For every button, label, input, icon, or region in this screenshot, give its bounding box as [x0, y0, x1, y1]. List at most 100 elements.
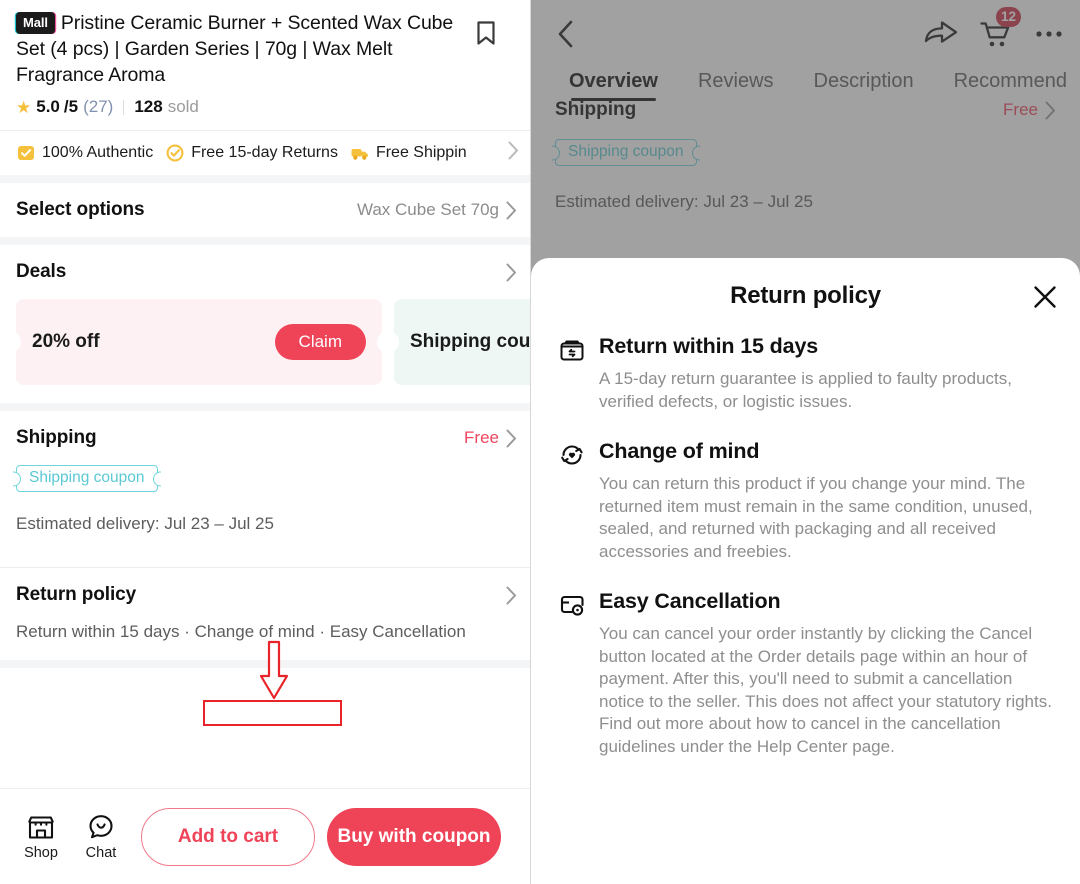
bookmark-button[interactable]	[471, 20, 501, 52]
deals-chevron-group	[506, 263, 517, 282]
policy-text-block: Easy Cancellation You can cancel your or…	[599, 589, 1054, 758]
chevron-right-icon	[506, 586, 516, 604]
chat-bubble-icon	[89, 815, 113, 839]
policy-sep: ·	[314, 622, 330, 641]
trust-item-returns: Free 15-day Returns	[165, 143, 338, 163]
claim-button[interactable]: Claim	[274, 324, 366, 360]
policy-part-1: Return within 15 days	[16, 622, 180, 641]
modal-title: Return policy	[730, 282, 881, 309]
trust-row-chevron[interactable]	[508, 141, 519, 165]
select-options-label: Select options	[16, 199, 145, 220]
select-options-row[interactable]: Select options Wax Cube Set 70g	[0, 183, 531, 237]
coupon-notch	[10, 331, 21, 353]
policy-body: A 15-day return guarantee is applied to …	[599, 369, 1012, 411]
sold-label: sold	[167, 97, 199, 116]
section-divider	[0, 175, 531, 183]
policy-heading: Easy Cancellation	[599, 589, 781, 613]
trust-label: Free Shippin	[375, 144, 467, 161]
star-icon: ★	[16, 97, 32, 117]
shipping-label: Shipping	[16, 427, 97, 448]
modal-pane: 12 Overview Reviews Description Recommen…	[531, 0, 1080, 884]
policy-section-return-window: Return within 15 days A 15-day return gu…	[559, 334, 1054, 413]
sold-count: 128	[134, 97, 163, 116]
coupon-label: 20% off	[32, 331, 100, 352]
buy-with-coupon-button[interactable]: Buy with coupon	[327, 807, 501, 866]
section-divider	[0, 660, 531, 668]
ticket-notch	[153, 471, 161, 486]
trust-label: Free 15-day Returns	[191, 144, 338, 161]
policy-heading: Return within 15 days	[599, 334, 819, 358]
chevron-right-icon	[506, 201, 516, 219]
policy-text-block: Return within 15 days A 15-day return gu…	[599, 334, 1054, 413]
return-policy-chevron-group	[506, 586, 517, 605]
trust-item-authentic: 100% Authentic	[16, 143, 153, 163]
rating-denominator: /5	[63, 97, 79, 116]
returns-check-icon	[166, 144, 184, 162]
product-title-block: Mall Pristine Ceramic Burner + Scented Wa…	[0, 0, 531, 88]
shipping-coupon-chip[interactable]: Shipping coupon	[12, 465, 161, 492]
trust-badges-row[interactable]: 100% Authentic Free 15-day Returns Free …	[0, 131, 531, 175]
shipping-row[interactable]: Shipping Free	[0, 411, 531, 465]
bottom-action-bar: Shop Chat Add to cart Buy with coupon	[0, 788, 531, 884]
policy-sep: ·	[179, 622, 195, 641]
policy-section-change-of-mind: Change of mind You can return this produ…	[559, 439, 1054, 563]
modal-body: Return within 15 days A 15-day return gu…	[531, 334, 1080, 758]
ticket-notch	[12, 471, 21, 486]
section-divider	[0, 237, 531, 245]
policy-heading: Change of mind	[599, 439, 760, 463]
trust-label: 100% Authentic	[42, 144, 154, 161]
close-x-icon	[1034, 286, 1056, 308]
coupon-notch	[388, 331, 399, 353]
policy-section-easy-cancellation: Easy Cancellation You can cancel your or…	[559, 589, 1054, 758]
deals-row[interactable]: Deals	[0, 245, 531, 299]
product-title: Mall Pristine Ceramic Burner + Scented Wa…	[16, 10, 515, 88]
coupon-label: Shipping coup	[410, 331, 531, 352]
coupon-notch	[377, 331, 388, 353]
chevron-right-icon	[506, 429, 516, 447]
modal-close-button[interactable]	[1028, 280, 1062, 314]
pane-divider	[530, 0, 531, 884]
policy-part-2[interactable]: Change of mind	[195, 622, 315, 641]
deals-coupon-strip: 20% off Claim Shipping coup	[0, 299, 531, 403]
return-policy-row[interactable]: Return policy	[0, 568, 531, 622]
shop-label: Shop	[24, 845, 58, 861]
refresh-heart-icon	[559, 439, 599, 563]
return-policy-modal: Return policy Return within 15 days A 15…	[531, 258, 1080, 884]
add-to-cart-button[interactable]: Add to cart	[141, 807, 315, 866]
policy-part-3: Easy Cancellation	[329, 622, 466, 641]
screenshot-stage: Mall Pristine Ceramic Burner + Scented Wa…	[0, 0, 1080, 884]
product-title-text: Pristine Ceramic Burner + Scented Wax Cu…	[16, 12, 454, 86]
return-policy-label: Return policy	[16, 584, 137, 605]
select-options-value-group: Wax Cube Set 70g	[357, 200, 517, 220]
shipping-value-group: Free	[464, 428, 517, 448]
storefront-icon	[28, 816, 54, 839]
product-detail-pane: Mall Pristine Ceramic Burner + Scented Wa…	[0, 0, 531, 884]
policy-body: You can return this product if you chang…	[599, 474, 1033, 561]
cancel-card-icon	[559, 589, 599, 758]
modal-header: Return policy	[531, 258, 1080, 334]
section-divider	[0, 403, 531, 411]
coupon-card-discount[interactable]: 20% off Claim	[10, 299, 388, 385]
estimated-delivery: Estimated delivery: Jul 23 – Jul 25	[16, 514, 274, 533]
chevron-right-icon	[508, 141, 518, 160]
deals-label: Deals	[16, 261, 67, 282]
bookmark-icon	[477, 21, 495, 45]
shipping-coupon-label: Shipping coupon	[29, 469, 145, 486]
return-policy-summary: Return within 15 days · Change of mind ·…	[0, 622, 531, 660]
chevron-right-icon	[506, 263, 516, 281]
shipping-value: Free	[464, 428, 499, 447]
shop-button[interactable]: Shop	[11, 812, 71, 861]
rating-count[interactable]: (27)	[83, 97, 113, 117]
return-box-icon	[559, 334, 599, 413]
authentic-badge-icon	[18, 146, 34, 160]
coupon-card-shipping[interactable]: Shipping coup	[388, 299, 531, 385]
policy-text-block: Change of mind You can return this produ…	[599, 439, 1054, 563]
rating-separator	[123, 99, 125, 115]
chat-button[interactable]: Chat	[71, 812, 131, 861]
mall-badge: Mall	[16, 12, 55, 34]
truck-icon	[351, 149, 368, 160]
shipping-coupon-wrap: Shipping coupon	[0, 465, 531, 492]
annotation-highlight-box	[203, 700, 342, 726]
policy-body: You can cancel your order instantly by c…	[599, 624, 1052, 756]
rating-row: ★ 5.0 /5 (27) 128 sold	[0, 88, 531, 117]
